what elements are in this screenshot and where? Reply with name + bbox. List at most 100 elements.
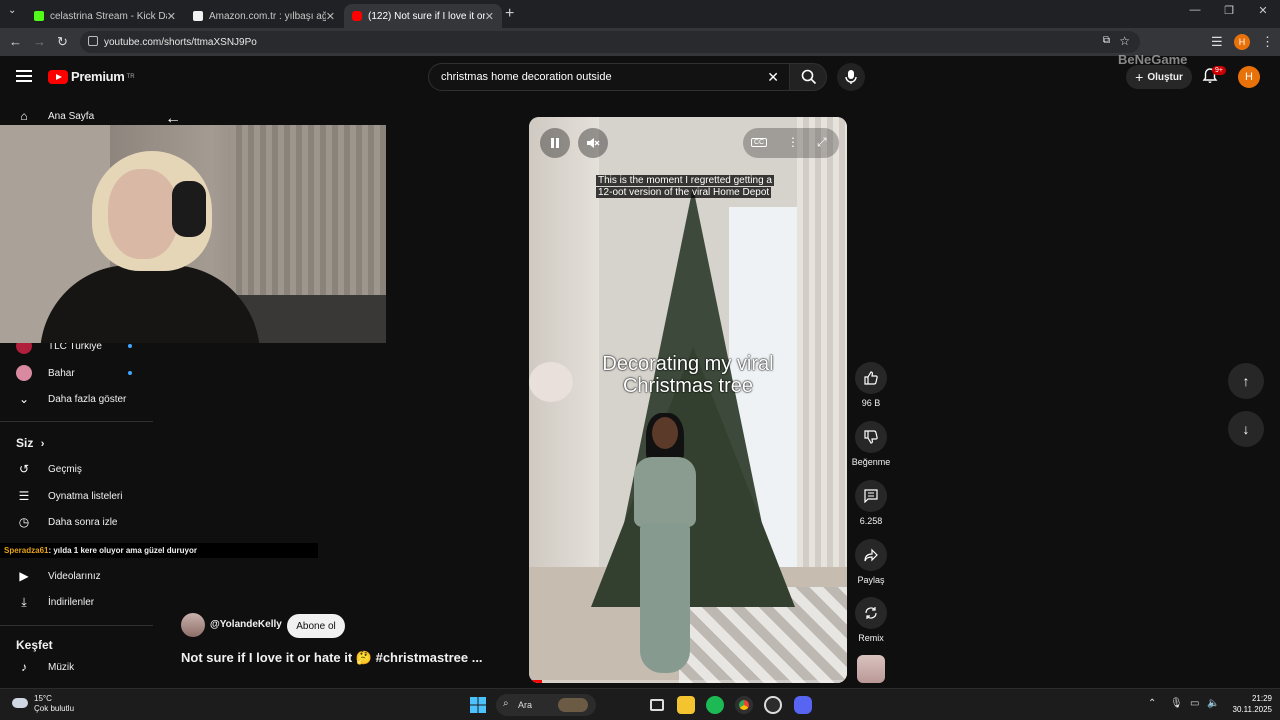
chevron-down-icon: ⌄ <box>18 392 30 406</box>
system-clock[interactable]: 21:29 30.11.2025 <box>1222 693 1272 715</box>
sidebar-item-music[interactable]: ♪ Müzik <box>0 654 155 680</box>
channel-handle[interactable]: @YolandeKelly <box>210 619 282 630</box>
tray-chevron-icon[interactable]: ⌃ <box>1148 698 1156 709</box>
comment-icon <box>864 489 878 503</box>
tab-list-icon[interactable]: ⌄ <box>8 5 16 16</box>
url-text: youtube.com/shorts/ttmaXSNJ9Po <box>104 36 257 48</box>
more-options-icon[interactable]: ⋮ <box>787 135 799 149</box>
back-arrow-icon[interactable]: ← <box>165 110 181 128</box>
shorts-video-player[interactable]: CC ⋮ ⤢ This is the moment I regretted ge… <box>529 117 847 683</box>
youtube-icon <box>352 11 362 21</box>
show-more-button[interactable]: ⌄ Daha fazla göster <box>0 386 155 412</box>
audio-thumbnail[interactable] <box>857 655 885 683</box>
volume-icon[interactable]: 🔈 <box>1207 698 1219 709</box>
bookmark-star-icon[interactable]: ☆ <box>1119 34 1130 48</box>
account-avatar[interactable]: H <box>1238 66 1260 88</box>
search-input[interactable]: christmas home decoration outside ✕ <box>428 63 790 91</box>
reload-icon[interactable]: ↻ <box>57 34 68 50</box>
close-tab-icon[interactable]: ✕ <box>326 10 335 23</box>
new-tab-icon[interactable]: + <box>505 5 514 23</box>
reading-list-icon[interactable]: ☰ <box>1211 34 1223 50</box>
video-person <box>624 413 704 677</box>
fullscreen-icon[interactable]: ⤢ <box>817 135 827 150</box>
home-icon: ⌂ <box>20 109 28 123</box>
url-field[interactable]: youtube.com/shorts/ttmaXSNJ9Po ⧉ ☆ <box>80 31 1140 53</box>
overlay-line-1: Decorating my viral <box>602 353 774 375</box>
comments-button[interactable] <box>855 480 887 512</box>
sidebar-item-watch-later[interactable]: ◷ Daha sonra izle <box>0 509 155 535</box>
address-bar: ← → ↻ youtube.com/shorts/ttmaXSNJ9Po ⧉ ☆… <box>0 28 1280 56</box>
video-title[interactable]: Not sure if I love it or hate it 🤔 #chri… <box>181 650 483 666</box>
subscribe-button[interactable]: Abone ol <box>287 614 345 638</box>
like-button[interactable] <box>855 362 887 394</box>
sidebar-item-playlists[interactable]: ☰ Oynatma listeleri <box>0 483 155 509</box>
spotify-icon[interactable] <box>706 696 724 714</box>
playlist-icon: ☰ <box>18 489 30 503</box>
channel-avatar[interactable] <box>181 613 205 637</box>
dislike-label: Beğenme <box>851 457 891 467</box>
sidebar-item-history[interactable]: ↺ Geçmiş <box>0 456 155 482</box>
back-icon[interactable]: ← <box>9 34 22 49</box>
sidebar-item-label: Bahar <box>48 367 75 379</box>
install-app-icon[interactable]: ⧉ <box>1103 35 1110 46</box>
clear-search-icon[interactable]: ✕ <box>767 69 779 86</box>
windows-start-icon[interactable] <box>470 697 486 713</box>
previous-short-button[interactable]: ↑ <box>1228 363 1264 399</box>
close-tab-icon[interactable]: ✕ <box>167 10 176 23</box>
microphone-tray-icon[interactable]: 🎙 <box>1170 698 1183 709</box>
minimize-icon[interactable]: — <box>1178 4 1212 17</box>
muted-speaker-icon <box>587 138 600 148</box>
taskbar-search[interactable]: ⌕ Ara <box>496 694 596 716</box>
pause-button[interactable] <box>540 128 570 158</box>
thumbs-up-icon <box>864 371 878 385</box>
browser-tab-bar: ⌄ celastrina Stream - Kick Dashboard ✕ A… <box>0 0 1280 28</box>
network-icon[interactable]: ▭ <box>1190 698 1199 709</box>
amazon-icon <box>193 11 203 21</box>
obs-icon[interactable] <box>764 696 782 714</box>
file-explorer-icon[interactable] <box>677 696 695 714</box>
windows-taskbar: 15°C Çok bulutlu ⌕ Ara ⌃ 🎙 ▭ 🔈 21:29 30.… <box>0 688 1280 720</box>
temperature: 15°C <box>34 694 52 703</box>
sidebar-item-downloads[interactable]: ⤓ İndirilenler <box>0 589 155 615</box>
search-highlight-icon <box>558 698 588 712</box>
dislike-button[interactable] <box>855 421 887 453</box>
browser-menu-icon[interactable]: ⋮ <box>1261 34 1274 50</box>
chat-text: : yılda 1 kere oluyor ama güzel duruyor <box>48 546 197 555</box>
next-short-button[interactable]: ↓ <box>1228 411 1264 447</box>
close-tab-icon[interactable]: ✕ <box>485 10 494 23</box>
live-dot <box>128 371 132 375</box>
pause-icon <box>551 138 559 148</box>
browser-profile-avatar[interactable]: H <box>1234 34 1250 50</box>
discord-icon[interactable] <box>794 696 812 714</box>
mute-button[interactable] <box>578 128 608 158</box>
youtube-premium-logo[interactable]: Premium TR <box>48 69 135 84</box>
remix-button[interactable] <box>855 597 887 629</box>
youtube-play-icon <box>48 69 68 84</box>
search-icon: ⌕ <box>503 698 509 709</box>
headset <box>172 181 206 237</box>
video-progress-bar[interactable] <box>529 680 847 683</box>
notification-badge: 9+ <box>1212 66 1226 75</box>
task-view-icon[interactable] <box>650 699 664 711</box>
forward-icon[interactable]: → <box>33 34 46 49</box>
youtube-header: Premium TR christmas home decoration out… <box>0 56 1280 98</box>
caption-line-2: 12-oot version of the viral Home Depot <box>596 187 772 198</box>
tab-kick[interactable]: celastrina Stream - Kick Dashboard ✕ <box>26 4 184 28</box>
sidebar-item-bahar[interactable]: Bahar <box>0 360 155 386</box>
search-icon <box>801 69 817 85</box>
create-button[interactable]: + Oluştur <box>1126 65 1192 89</box>
closed-captions-icon[interactable]: CC <box>751 138 768 147</box>
close-window-icon[interactable]: ✕ <box>1246 4 1280 17</box>
search-button[interactable] <box>789 63 827 91</box>
site-info-icon[interactable] <box>88 36 98 46</box>
chat-username: Speradza61 <box>4 546 49 555</box>
you-section-heading[interactable]: Siz › <box>16 436 44 450</box>
maximize-icon[interactable]: ❐ <box>1212 4 1246 17</box>
tab-youtube[interactable]: (122) Not sure if I love it or hate it ✕ <box>344 4 502 28</box>
hamburger-menu-icon[interactable] <box>16 70 32 82</box>
share-button[interactable] <box>855 539 887 571</box>
sidebar-item-your-videos[interactable]: ▶ Videolarınız <box>0 563 155 589</box>
voice-search-button[interactable] <box>837 63 865 91</box>
chrome-icon[interactable] <box>735 696 753 714</box>
tab-amazon[interactable]: Amazon.com.tr : yılbaşı ağacı ✕ <box>185 4 343 28</box>
